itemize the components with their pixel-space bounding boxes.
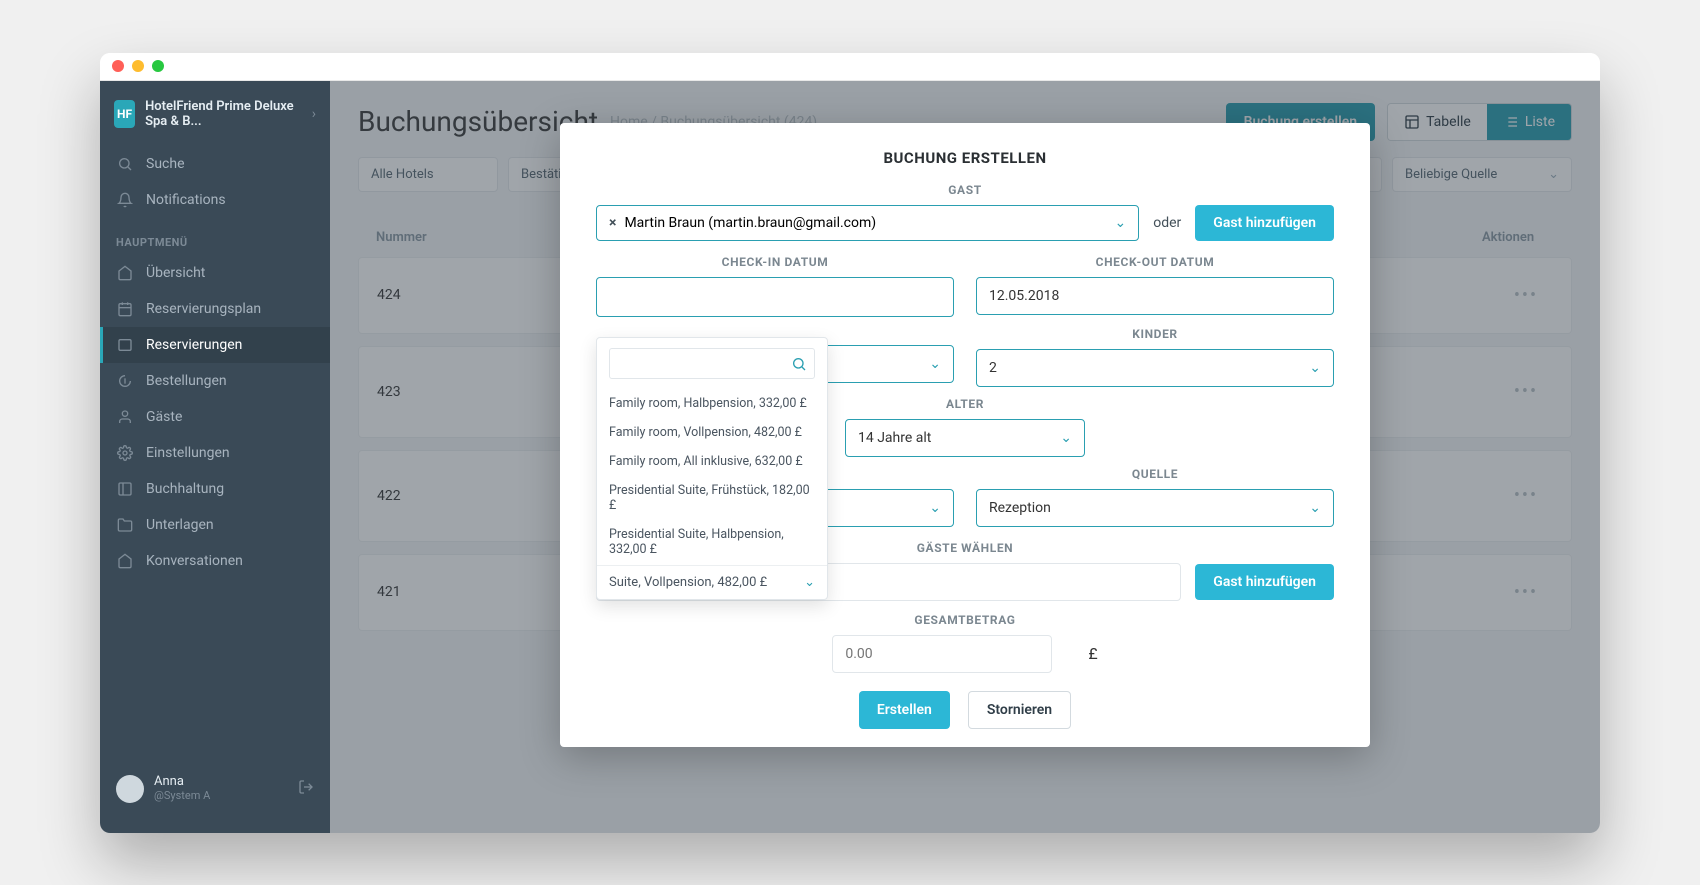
sidebar-section-header: HAUPTMENÜ bbox=[100, 218, 330, 255]
remove-guest-icon[interactable]: × bbox=[609, 215, 616, 231]
sidebar-item-label: Buchhaltung bbox=[146, 481, 224, 497]
brand[interactable]: HF HotelFriend Prime Deluxe Spa & B... › bbox=[100, 99, 330, 146]
chevron-down-icon: ⌄ bbox=[1309, 360, 1321, 376]
sidebar-item-label: Bestellungen bbox=[146, 373, 227, 389]
nav-icon bbox=[116, 481, 134, 497]
brand-logo-icon: HF bbox=[114, 100, 135, 128]
chevron-down-icon: ⌄ bbox=[929, 356, 941, 372]
logout-icon[interactable] bbox=[298, 779, 314, 799]
nav-icon bbox=[116, 409, 134, 425]
search-icon bbox=[791, 356, 807, 376]
label-or: oder bbox=[1153, 215, 1181, 231]
kinder-select[interactable]: 2⌄ bbox=[976, 349, 1334, 387]
close-window-icon[interactable] bbox=[112, 60, 124, 72]
nav-icon bbox=[116, 445, 134, 461]
label-quelle: QUELLE bbox=[976, 467, 1334, 481]
room-option[interactable]: Family room, Vollpension, 482,00 £ bbox=[597, 418, 827, 447]
chevron-down-icon: ⌄ bbox=[929, 500, 941, 516]
sidebar-item-label: Unterlagen bbox=[146, 517, 214, 533]
sidebar-item-gäste[interactable]: Gäste bbox=[100, 399, 330, 435]
sidebar-item-label: Übersicht bbox=[146, 265, 205, 281]
sidebar-item-bestellungen[interactable]: Bestellungen bbox=[100, 363, 330, 399]
avatar-icon bbox=[116, 775, 144, 803]
sidebar-notifications[interactable]: Notifications bbox=[100, 182, 330, 218]
sidebar-item-label: Reservierungen bbox=[146, 337, 242, 353]
nav-icon bbox=[116, 301, 134, 317]
sidebar-item-label: Konversationen bbox=[146, 553, 243, 569]
total-input[interactable] bbox=[832, 635, 1052, 673]
nav-icon bbox=[116, 265, 134, 281]
sidebar-item-einstellungen[interactable]: Einstellungen bbox=[100, 435, 330, 471]
room-type-dropdown: Family room, Halbpension, 332,00 £Family… bbox=[596, 337, 828, 600]
cancel-button[interactable]: Stornieren bbox=[968, 691, 1071, 729]
sidebar: HF HotelFriend Prime Deluxe Spa & B... ›… bbox=[100, 81, 330, 833]
chevron-right-icon: › bbox=[312, 106, 316, 122]
sidebar-item-reservierungen[interactable]: Reservierungen bbox=[100, 327, 330, 363]
nav-icon bbox=[116, 373, 134, 389]
minimize-window-icon[interactable] bbox=[132, 60, 144, 72]
guest-value: Martin Braun (martin.braun@gmail.com) bbox=[624, 215, 876, 231]
sidebar-item-unterlagen[interactable]: Unterlagen bbox=[100, 507, 330, 543]
chevron-down-icon: ⌄ bbox=[804, 575, 815, 590]
window-titlebar bbox=[100, 53, 1600, 81]
nav-icon bbox=[116, 553, 134, 569]
room-type-select-footer[interactable]: Suite, Vollpension, 482,00 £ ⌄ bbox=[597, 565, 827, 599]
main-content: Buchungsübersicht Home / Buchungsübersic… bbox=[330, 81, 1600, 833]
user-name: Anna bbox=[154, 775, 210, 789]
currency-symbol: £ bbox=[1088, 644, 1097, 663]
brand-name: HotelFriend Prime Deluxe Spa & B... bbox=[145, 99, 302, 130]
label-guest: GAST bbox=[596, 183, 1334, 197]
sidebar-notifications-label: Notifications bbox=[146, 192, 226, 208]
alter-select[interactable]: 14 Jahre alt⌄ bbox=[845, 419, 1085, 457]
sidebar-search[interactable]: Suche bbox=[100, 146, 330, 182]
nav-icon bbox=[116, 337, 134, 353]
user-system: @System A bbox=[154, 790, 210, 802]
room-option[interactable]: Family room, Halbpension, 332,00 £ bbox=[597, 389, 827, 418]
checkout-input[interactable]: 12.05.2018 bbox=[976, 277, 1334, 315]
label-total: GESAMTBETRAG bbox=[596, 613, 1334, 627]
sidebar-item-konversationen[interactable]: Konversationen bbox=[100, 543, 330, 579]
maximize-window-icon[interactable] bbox=[152, 60, 164, 72]
sidebar-item-buchhaltung[interactable]: Buchhaltung bbox=[100, 471, 330, 507]
nav-icon bbox=[116, 517, 134, 533]
label-kinder: KINDER bbox=[976, 327, 1334, 341]
checkin-input[interactable] bbox=[596, 277, 954, 317]
submit-create-button[interactable]: Erstellen bbox=[859, 691, 950, 729]
add-guest-button[interactable]: Gast hinzufügen bbox=[1195, 205, 1334, 241]
sidebar-item-label: Einstellungen bbox=[146, 445, 230, 461]
sidebar-item-übersicht[interactable]: Übersicht bbox=[100, 255, 330, 291]
room-option[interactable]: Family room, All inklusive, 632,00 £ bbox=[597, 447, 827, 476]
sidebar-search-label: Suche bbox=[146, 156, 185, 172]
modal-title: BUCHUNG ERSTELLEN bbox=[596, 149, 1334, 167]
chevron-down-icon: ⌄ bbox=[1060, 430, 1072, 446]
sidebar-item-label: Gäste bbox=[146, 409, 182, 425]
room-search-input[interactable] bbox=[609, 348, 815, 379]
room-option[interactable]: Presidential Suite, Frühstück, 182,00 £ bbox=[597, 476, 827, 520]
bell-icon bbox=[116, 192, 134, 208]
sidebar-item-label: Reservierungsplan bbox=[146, 301, 261, 317]
sidebar-user[interactable]: Anna @System A bbox=[100, 763, 330, 815]
sidebar-item-reservierungsplan[interactable]: Reservierungsplan bbox=[100, 291, 330, 327]
search-icon bbox=[116, 156, 134, 172]
create-booking-modal: BUCHUNG ERSTELLEN GAST × Martin Braun (m… bbox=[560, 123, 1370, 747]
label-checkin: CHECK-IN DATUM bbox=[596, 255, 954, 269]
label-checkout: CHECK-OUT DATUM bbox=[976, 255, 1334, 269]
chevron-down-icon: ⌄ bbox=[1309, 500, 1321, 516]
guest-select[interactable]: × Martin Braun (martin.braun@gmail.com) … bbox=[596, 205, 1139, 241]
add-additional-guest-button[interactable]: Gast hinzufügen bbox=[1195, 564, 1334, 600]
room-option[interactable]: Presidential Suite, Halbpension, 332,00 … bbox=[597, 520, 827, 564]
chevron-down-icon: ⌄ bbox=[1114, 215, 1126, 231]
quelle-select[interactable]: Rezeption⌄ bbox=[976, 489, 1334, 527]
